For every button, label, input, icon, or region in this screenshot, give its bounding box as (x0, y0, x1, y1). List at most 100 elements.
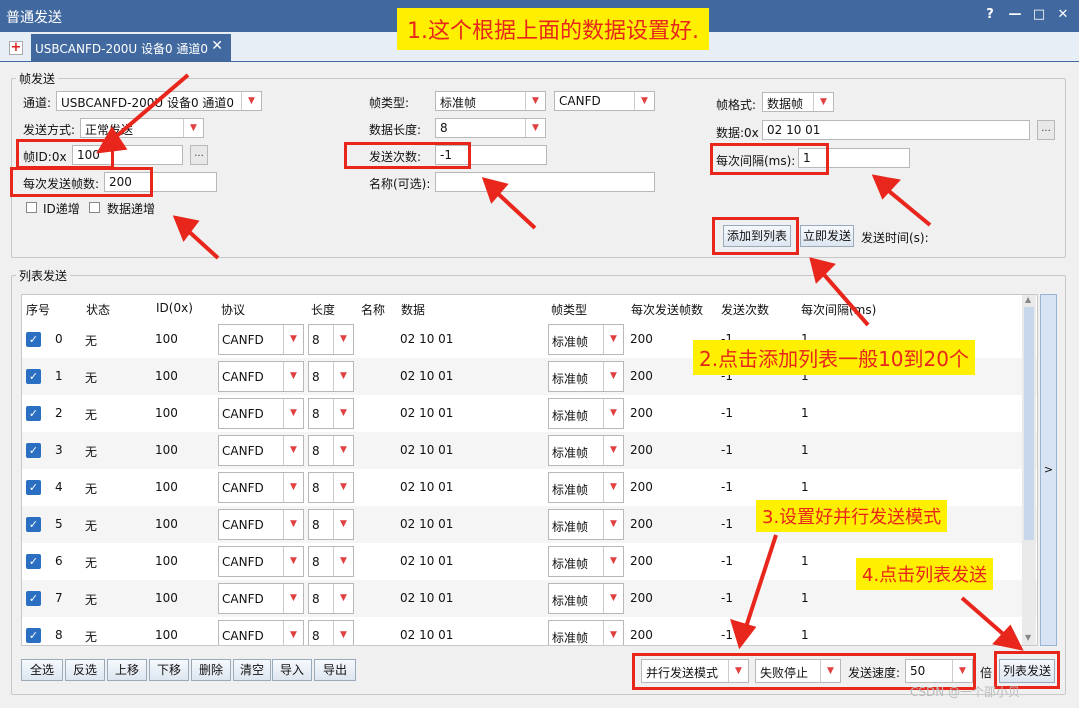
chevron-down-icon: ▼ (603, 584, 623, 613)
annotation-step-3: 3.设置好并行发送模式 (756, 500, 948, 532)
chevron-down-icon: ▼ (333, 621, 353, 645)
row-protocol-select[interactable]: CANFD ▼ (218, 620, 304, 645)
tab-device[interactable]: USBCANFD-200U 设备0 通道0 ✕ (31, 34, 231, 62)
row-frame-type-select[interactable]: 标准帧 ▼ (548, 546, 624, 577)
row-id: 100 (155, 517, 178, 531)
help-icon[interactable]: ? (980, 7, 1000, 22)
scroll-up-icon[interactable]: ▲ (1025, 295, 1031, 304)
frame-id-more-button[interactable]: ... (190, 145, 208, 165)
row-length-select[interactable]: 8 ▼ (308, 398, 354, 429)
side-panel-toggle[interactable]: > (1040, 294, 1057, 646)
row-checkbox[interactable]: ✓ (26, 443, 41, 458)
row-checkbox[interactable]: ✓ (26, 591, 41, 606)
send-mode-select[interactable]: 正常发送 ▼ (80, 118, 204, 138)
row-length: 8 (312, 481, 320, 495)
row-protocol-select[interactable]: CANFD ▼ (218, 324, 304, 355)
column-header: 发送次数 (721, 303, 770, 317)
row-length-select[interactable]: 8 ▼ (308, 435, 354, 466)
row-length-select[interactable]: 8 ▼ (308, 472, 354, 503)
name-input[interactable] (435, 172, 655, 192)
send-time-label: 发送时间(s): (861, 231, 929, 245)
row-checkbox[interactable]: ✓ (26, 480, 41, 495)
move-up-button[interactable]: 上移 (107, 659, 147, 681)
import-button[interactable]: 导入 (272, 659, 312, 681)
close-icon[interactable]: ✕ (1053, 7, 1073, 22)
row-protocol-select[interactable]: CANFD ▼ (218, 583, 304, 614)
row-protocol-select[interactable]: CANFD ▼ (218, 472, 304, 503)
row-frame-type-select[interactable]: 标准帧 ▼ (548, 583, 624, 614)
row-length-select[interactable]: 8 ▼ (308, 546, 354, 577)
data-length-select[interactable]: 8 ▼ (435, 118, 546, 138)
row-frame-type-select[interactable]: 标准帧 ▼ (548, 435, 624, 466)
row-protocol-select[interactable]: CANFD ▼ (218, 546, 304, 577)
data-increment-checkbox[interactable] (89, 202, 100, 213)
row-checkbox[interactable]: ✓ (26, 628, 41, 643)
minimize-icon[interactable]: — (1005, 7, 1025, 22)
scrollbar-thumb[interactable] (1024, 307, 1034, 540)
chevron-down-icon: ▼ (603, 362, 623, 391)
column-header: 状态 (86, 303, 111, 317)
move-down-button[interactable]: 下移 (149, 659, 189, 681)
row-frame-type: 标准帧 (552, 483, 589, 497)
row-protocol-select[interactable]: CANFD ▼ (218, 398, 304, 429)
row-protocol-select[interactable]: CANFD ▼ (218, 361, 304, 392)
row-status: 无 (85, 408, 98, 422)
export-button[interactable]: 导出 (314, 659, 356, 681)
row-status: 无 (85, 519, 98, 533)
row-protocol: CANFD (222, 333, 264, 347)
row-checkbox[interactable]: ✓ (26, 517, 41, 532)
row-protocol-select[interactable]: CANFD ▼ (218, 509, 304, 540)
data-more-button[interactable]: ... (1037, 120, 1055, 140)
frame-type-select[interactable]: 标准帧 ▼ (435, 91, 546, 111)
row-protocol-select[interactable]: CANFD ▼ (218, 435, 304, 466)
row-status: 无 (85, 630, 98, 644)
highlight-frame-id (16, 139, 114, 169)
select-all-button[interactable]: 全选 (21, 659, 63, 681)
id-increment-checkbox[interactable] (26, 202, 37, 213)
highlight-frames-per-send (10, 167, 153, 197)
table-row[interactable]: ✓ 3 无 100 CANFD ▼ 8 ▼ 02 10 01 标准帧 ▼ 200 -1 1 (22, 432, 1037, 469)
annotation-step-4: 4.点击列表发送 (856, 558, 994, 590)
row-checkbox[interactable]: ✓ (26, 369, 41, 384)
chevron-down-icon: ▼ (333, 362, 353, 391)
row-checkbox[interactable]: ✓ (26, 554, 41, 569)
row-frame-type-select[interactable]: 标准帧 ▼ (548, 398, 624, 429)
frame-format-select[interactable]: 数据帧 ▼ (762, 92, 834, 112)
row-length-select[interactable]: 8 ▼ (308, 620, 354, 645)
tab-close-icon[interactable]: ✕ (211, 38, 223, 54)
row-length-select[interactable]: 8 ▼ (308, 509, 354, 540)
row-frame-type-select[interactable]: 标准帧 ▼ (548, 472, 624, 503)
table-scrollbar[interactable]: ▲ ▼ (1022, 295, 1036, 645)
row-checkbox[interactable]: ✓ (26, 332, 41, 347)
add-tab-icon[interactable]: + (9, 41, 23, 55)
chevron-down-icon: ▼ (283, 621, 303, 645)
row-length-select[interactable]: 8 ▼ (308, 324, 354, 355)
invert-selection-button[interactable]: 反选 (65, 659, 105, 681)
row-frame-type: 标准帧 (552, 446, 589, 460)
row-frame-type: 标准帧 (552, 335, 589, 349)
row-frame-type-select[interactable]: 标准帧 ▼ (548, 361, 624, 392)
send-now-button[interactable]: 立即发送 (800, 225, 854, 247)
chevron-down-icon: ▼ (241, 92, 261, 110)
delete-button[interactable]: 删除 (191, 659, 231, 681)
scroll-down-icon[interactable]: ▼ (1025, 633, 1031, 642)
table-row[interactable]: ✓ 8 无 100 CANFD ▼ 8 ▼ 02 10 01 标准帧 ▼ 200 -1 1 (22, 617, 1037, 645)
row-length-select[interactable]: 8 ▼ (308, 361, 354, 392)
maximize-icon[interactable]: □ (1029, 7, 1049, 22)
row-status: 无 (85, 482, 98, 496)
highlight-send-count (344, 142, 471, 169)
protocol-select[interactable]: CANFD ▼ (554, 91, 655, 111)
channel-select[interactable]: USBCANFD-200U 设备0 通道0 ▼ (56, 91, 262, 111)
chevron-down-icon: ▼ (603, 399, 623, 428)
clear-button[interactable]: 清空 (233, 659, 271, 681)
row-checkbox[interactable]: ✓ (26, 406, 41, 421)
data-length-value: 8 (440, 121, 448, 135)
chevron-down-icon: ▼ (525, 119, 545, 137)
data-input[interactable]: 02 10 01 (762, 120, 1030, 140)
table-row[interactable]: ✓ 2 无 100 CANFD ▼ 8 ▼ 02 10 01 标准帧 ▼ 200 -1 1 (22, 395, 1037, 432)
row-frame-type-select[interactable]: 标准帧 ▼ (548, 509, 624, 540)
row-frame-type-select[interactable]: 标准帧 ▼ (548, 620, 624, 645)
row-frame-type-select[interactable]: 标准帧 ▼ (548, 324, 624, 355)
row-length-select[interactable]: 8 ▼ (308, 583, 354, 614)
row-frames: 200 (630, 443, 653, 457)
